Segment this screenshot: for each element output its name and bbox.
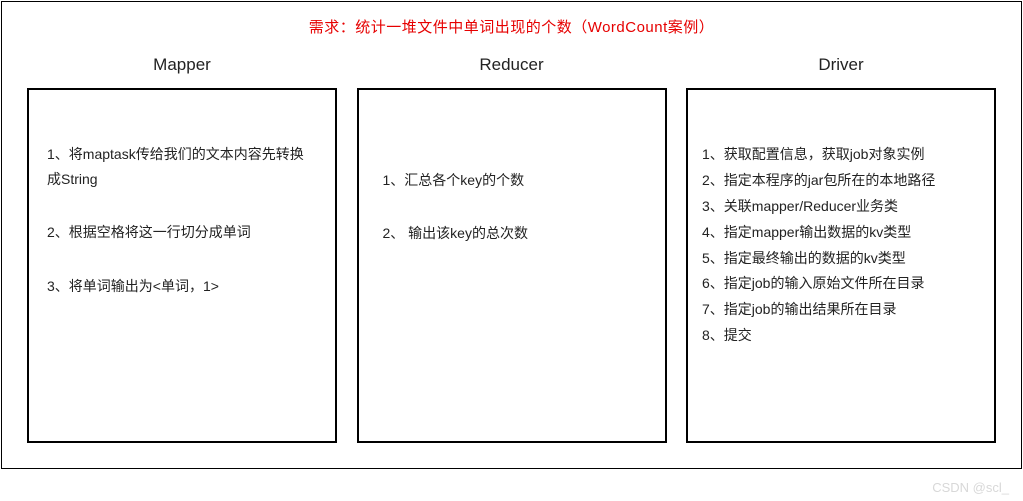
columns-container: Mapper 1、将maptask传给我们的文本内容先转换成String 2、根… — [2, 37, 1021, 443]
driver-item: 3、关联mapper/Reducer业务类 — [702, 194, 980, 220]
reducer-box: 1、汇总各个key的个数 2、 输出该key的总次数 — [357, 88, 667, 443]
driver-item: 1、获取配置信息，获取job对象实例 — [702, 142, 980, 168]
driver-item: 4、指定mapper输出数据的kv类型 — [702, 220, 980, 246]
reducer-header: Reducer — [479, 55, 543, 75]
reducer-item: 1、汇总各个key的个数 — [383, 168, 641, 193]
driver-box: 1、获取配置信息，获取job对象实例 2、指定本程序的jar包所在的本地路径 3… — [686, 88, 996, 443]
driver-item: 7、指定job的输出结果所在目录 — [702, 297, 980, 323]
mapper-box: 1、将maptask传给我们的文本内容先转换成String 2、根据空格将这一行… — [27, 88, 337, 443]
driver-header: Driver — [818, 55, 863, 75]
reducer-item: 2、 输出该key的总次数 — [383, 221, 641, 246]
watermark-text: CSDN @scl_ — [932, 480, 1009, 495]
driver-item: 8、提交 — [702, 323, 980, 349]
driver-item: 2、指定本程序的jar包所在的本地路径 — [702, 168, 980, 194]
mapper-item: 3、将单词输出为<单词，1> — [47, 274, 317, 299]
mapper-item: 2、根据空格将这一行切分成单词 — [47, 220, 317, 245]
driver-item: 6、指定job的输入原始文件所在目录 — [702, 271, 980, 297]
mapper-item: 1、将maptask传给我们的文本内容先转换成String — [47, 142, 317, 192]
column-reducer: Reducer 1、汇总各个key的个数 2、 输出该key的总次数 — [357, 55, 667, 443]
diagram-frame: 需求：统计一堆文件中单词出现的个数（WordCount案例） Mapper 1、… — [1, 1, 1022, 469]
column-mapper: Mapper 1、将maptask传给我们的文本内容先转换成String 2、根… — [27, 55, 337, 443]
diagram-title: 需求：统计一堆文件中单词出现的个数（WordCount案例） — [2, 16, 1021, 37]
column-driver: Driver 1、获取配置信息，获取job对象实例 2、指定本程序的jar包所在… — [686, 55, 996, 443]
mapper-header: Mapper — [153, 55, 211, 75]
driver-item: 5、指定最终输出的数据的kv类型 — [702, 246, 980, 272]
